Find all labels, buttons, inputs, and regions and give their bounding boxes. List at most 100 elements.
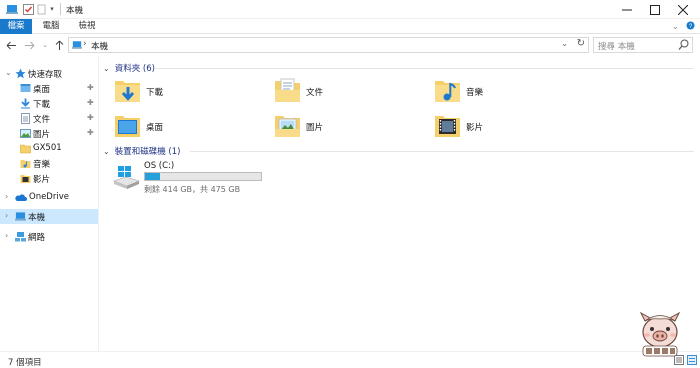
tab-file[interactable]: 檔案 [0,19,32,34]
nav-item-documents[interactable]: 文件 ✚ [0,111,98,126]
close-button[interactable] [660,0,700,19]
nav-item-label: 音樂 [33,160,51,170]
navigation-row: ⌄ › 本機 ⌄ ↻ 搜尋 本機 [0,35,700,55]
nav-quick-access[interactable]: ⌄ 快速存取 [0,66,98,81]
nav-item-label: 影片 [33,175,51,185]
group-collapse-chevron-icon[interactable]: ⌄ [103,64,110,73]
drives-group-header[interactable]: ⌄ 裝置和磁碟機 (1) [103,145,180,158]
download-arrow-icon [21,98,30,109]
music-folder-icon [435,81,460,102]
breadcrumb-separator-icon: › [83,39,87,49]
nav-item-videos[interactable]: 影片 [0,171,98,186]
refresh-icon[interactable]: ↻ [577,38,585,49]
desktop-folder-icon [115,116,140,137]
recent-locations-chevron-icon[interactable]: ⌄ [38,38,52,52]
nav-item-desktop[interactable]: 桌面 ✚ [0,81,98,96]
cloud-icon [15,194,27,201]
folder-label: 下載 [146,88,164,98]
nav-item-music[interactable]: 音樂 [0,156,98,171]
folder-documents[interactable]: 文件 [274,76,414,106]
back-arrow-icon [6,41,16,49]
nav-item-label: GX501 [33,143,62,153]
folder-icon [20,144,31,154]
nav-item-downloads[interactable]: 下載 ✚ [0,96,98,111]
close-icon [677,4,688,15]
nav-item-pictures[interactable]: 圖片 ✚ [0,126,98,141]
group-collapse-chevron-icon[interactable]: ⌄ [103,147,110,156]
drive-name: OS (C:) [144,161,175,171]
drive-os-c[interactable]: OS (C:) 剩餘 414 GB，共 475 GB [112,161,272,197]
videos-folder-icon [435,116,460,137]
address-bar[interactable]: › 本機 ⌄ ↻ [68,37,589,53]
tab-computer[interactable]: 電腦 [36,19,66,34]
folder-label: 圖片 [306,123,324,133]
music-note-icon [20,160,31,168]
new-folder-icon[interactable] [36,3,46,15]
folder-desktop[interactable]: 桌面 [114,111,254,141]
documents-folder-icon [275,78,300,102]
folders-group-divider [154,68,694,69]
network-icon [15,232,26,242]
forward-button[interactable] [22,38,36,52]
document-icon [21,113,30,124]
expanded-chevron-icon[interactable]: ⌄ [5,68,12,77]
minimize-icon [621,9,632,10]
address-history-chevron-icon[interactable]: ⌄ [561,39,568,48]
folder-downloads[interactable]: 下載 [114,76,254,106]
properties-icon[interactable] [22,3,34,15]
expand-ribbon-icon[interactable]: ⌄ [672,22,679,31]
drive-free-space: 剩餘 414 GB，共 475 GB [144,185,241,194]
windows-drive-icon [113,166,140,189]
nav-item-gx501[interactable]: GX501 [0,141,98,156]
pin-icon: ✚ [87,98,94,107]
this-pc-app-icon[interactable] [6,3,18,15]
pin-icon: ✚ [87,113,94,122]
folder-music[interactable]: 音樂 [434,76,574,106]
help-icon[interactable]: ? [686,21,695,32]
nav-this-pc[interactable]: › 本機 [0,209,98,224]
pig-mascot-watermark [639,312,681,357]
nav-network[interactable]: › 網路 [0,229,98,244]
nav-onedrive[interactable]: › OneDrive [0,190,98,205]
up-button[interactable] [52,38,66,52]
nav-item-label: 桌面 [33,85,51,95]
star-icon [15,68,26,79]
maximize-icon [649,4,660,15]
item-count: 7 個項目 [8,358,42,368]
up-arrow-icon [55,40,63,50]
folder-label: 音樂 [466,88,484,98]
desktop-folder-icon [20,84,31,92]
status-bar: 7 個項目 [0,351,700,368]
drive-usage-fill [145,173,160,180]
customize-toolbar-chevron-icon[interactable]: ▾ [48,3,56,15]
folders-group-label: 資料夾 (6) [114,64,155,74]
search-box[interactable]: 搜尋 本機 [593,37,693,53]
breadcrumb-this-pc[interactable]: 本機 [91,40,108,52]
nav-item-label: 文件 [33,115,51,125]
collapsed-chevron-icon[interactable]: › [5,231,8,240]
navigation-pane: ⌄ 快速存取 桌面 ✚ 下載 ✚ 文件 ✚ 圖片 ✚ GX501 音樂 影片 ›… [0,57,99,351]
folder-videos[interactable]: 影片 [434,111,574,141]
window-title: 本機 [66,6,84,16]
large-icons-view-icon[interactable] [687,355,697,365]
folder-pictures[interactable]: 圖片 [274,111,414,141]
folder-label: 影片 [466,123,484,133]
collapsed-chevron-icon[interactable]: › [5,211,8,220]
nav-network-label: 網路 [28,233,46,243]
drives-group-divider [190,151,694,152]
nav-onedrive-label: OneDrive [29,192,69,202]
pictures-folder-icon [275,116,300,137]
pin-icon: ✚ [87,83,94,92]
tab-view[interactable]: 檢視 [72,19,102,34]
back-button[interactable] [4,38,18,52]
forward-arrow-icon [24,41,34,49]
drive-usage-bar [144,172,262,181]
collapsed-chevron-icon[interactable]: › [5,192,8,201]
folders-group-header[interactable]: ⌄ 資料夾 (6) [103,62,155,75]
search-icon [678,39,689,50]
nav-item-label: 圖片 [33,130,51,140]
pin-icon: ✚ [87,128,94,137]
nav-quick-access-label: 快速存取 [28,70,63,80]
nav-this-pc-label: 本機 [28,213,46,223]
downloads-folder-icon [115,81,140,102]
